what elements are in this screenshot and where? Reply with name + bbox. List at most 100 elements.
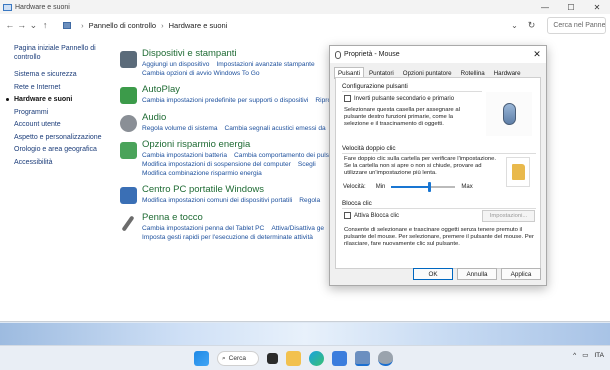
category-link[interactable]: Attiva/Disattiva ge [271, 225, 324, 232]
forward-button[interactable]: → [16, 16, 28, 34]
group-label-button-config: Configurazione pulsanti [342, 83, 408, 90]
breadcrumb[interactable]: › Pannello di controllo › Hardware e suo… [59, 17, 449, 34]
address-dropdown-button[interactable]: ⌄ [511, 21, 518, 30]
edge-icon[interactable] [309, 351, 324, 366]
breadcrumb-control-panel[interactable]: Pannello di controllo [89, 21, 157, 30]
clicklock-settings-button[interactable]: Impostazioni... [482, 210, 535, 222]
taskbar: ⌕ Cerca ^ ▭ ITA [0, 345, 610, 370]
cancel-button[interactable]: Annulla [457, 268, 497, 280]
ok-button[interactable]: OK [413, 268, 453, 280]
nav-programs[interactable]: Programmi [14, 108, 114, 117]
double-click-speed-slider[interactable] [391, 182, 456, 192]
category-title[interactable]: Dispositivi e stampanti [142, 48, 330, 60]
address-bar: ← → ⌄ ↑ › Pannello di controllo › Hardwa… [0, 14, 610, 36]
control-panel-window: Hardware e suoni — ☐ ✕ ← → ⌄ ↑ › Pannell… [0, 0, 610, 322]
category-link[interactable]: Aggiungi un dispositivo [142, 61, 209, 68]
task-view-icon[interactable] [267, 353, 278, 364]
group-label-clicklock: Blocca clic [342, 200, 372, 207]
minimize-button[interactable]: — [532, 0, 558, 14]
tab-panel-buttons: Configurazione pulsanti Inverti pulsante… [335, 77, 541, 269]
category-link[interactable]: Imposta gesti rapidi per l'esecuzione di… [142, 234, 313, 241]
back-button[interactable]: ← [4, 16, 16, 34]
checkbox-label: Inverti pulsante secondario e primario [354, 95, 455, 102]
nav-user-accounts[interactable]: Account utente [14, 120, 114, 129]
category-link[interactable]: Modifica impostazioni comuni dei disposi… [142, 197, 292, 204]
store-icon[interactable] [332, 351, 347, 366]
apply-button[interactable]: Applica [501, 268, 541, 280]
breadcrumb-hardware-sound[interactable]: Hardware e suoni [169, 21, 228, 30]
tray-chevron-icon[interactable]: ^ [573, 352, 576, 359]
control-panel-icon [63, 21, 72, 29]
test-folder[interactable] [506, 157, 530, 187]
mouse-preview-image [486, 92, 532, 136]
category-title[interactable]: Centro PC portatile Windows [142, 184, 330, 196]
group-divider [342, 91, 482, 92]
pen-icon [121, 215, 135, 232]
category-title[interactable]: Penna e tocco [142, 212, 330, 224]
speed-slider-row: Velocità: Min Max [343, 182, 473, 192]
category-link[interactable]: Modifica combinazione risparmio energia [142, 170, 262, 177]
language-indicator[interactable]: ITA [594, 352, 604, 359]
start-icon[interactable] [194, 351, 209, 366]
maximize-button[interactable]: ☐ [558, 0, 584, 14]
slider-thumb[interactable] [428, 182, 432, 192]
taskbar-search[interactable]: ⌕ Cerca [217, 351, 259, 366]
autoplay-icon [120, 87, 137, 105]
category-link[interactable]: Cambia opzioni di avvio Windows To Go [142, 70, 260, 77]
control-panel-icon [3, 3, 12, 11]
slider-min-label: Min [375, 184, 386, 190]
up-button[interactable]: ↑ [39, 16, 51, 34]
checkbox-label: Attiva Blocca clic [354, 212, 400, 219]
category-link[interactable]: Scegli [298, 161, 316, 168]
checkbox-box[interactable] [344, 95, 351, 102]
category-title[interactable]: AutoPlay [142, 84, 330, 96]
category-link[interactable]: Regola [299, 197, 320, 204]
category-link[interactable]: Modifica impostazioni di sospensione del… [142, 161, 291, 168]
network-icon[interactable]: ▭ [582, 351, 588, 359]
category-list: Dispositivi e stampanti Aggiungi un disp… [118, 48, 343, 248]
mouse-icon [335, 50, 341, 59]
clicklock-checkbox[interactable]: Attiva Blocca clic [344, 212, 399, 219]
category-link[interactable]: Regola volume di sistema [142, 125, 218, 132]
category-link[interactable]: Cambia segnali acustici emessi da [225, 125, 326, 132]
mouse-taskbar-icon[interactable] [378, 351, 393, 366]
nav-clock-region[interactable]: Orologio e area geografica [14, 145, 114, 154]
nav-network-internet[interactable]: Rete e Internet [14, 83, 114, 92]
refresh-icon[interactable]: ↻ [528, 20, 536, 31]
search-input[interactable]: Cerca nel Pannello di controllo [547, 16, 606, 34]
window-controls: — ☐ ✕ [532, 0, 610, 14]
dialog-close-button[interactable]: ✕ [528, 49, 546, 60]
double-click-description: Fare doppio clic sulla cartella per veri… [344, 156, 497, 177]
checkbox-box[interactable] [344, 212, 351, 219]
window-titlebar: Hardware e suoni — ☐ ✕ [0, 0, 610, 14]
left-navigation: Pagina iniziale Pannello di controllo Si… [6, 44, 114, 170]
breadcrumb-separator: › [161, 20, 164, 30]
file-explorer-icon[interactable] [286, 351, 301, 366]
category-title[interactable]: Opzioni risparmio energia [142, 139, 330, 151]
recent-locations-button[interactable]: ⌄ [28, 16, 40, 34]
category-link[interactable]: Cambia impostazioni batteria [142, 152, 227, 159]
taskbar-apps: ⌕ Cerca [190, 349, 397, 368]
mouse-properties-dialog: Proprietà - Mouse ✕ Pulsanti Puntatori O… [329, 45, 547, 286]
category-audio: Audio Regola volume di sistema Cambia seg… [118, 112, 330, 133]
group-divider [342, 208, 536, 209]
nav-control-panel-home[interactable]: Pagina iniziale Pannello di controllo [14, 44, 114, 62]
group-divider [342, 153, 536, 154]
search-icon: ⌕ [222, 354, 226, 362]
mobility-center-icon [120, 187, 137, 205]
category-title[interactable]: Audio [142, 112, 330, 124]
category-link[interactable]: Cambia impostazioni predefinite per supp… [142, 97, 308, 104]
speaker-icon [120, 114, 137, 132]
category-link[interactable]: Cambia comportamento dei pulsanti [234, 152, 340, 159]
close-button[interactable]: ✕ [584, 0, 610, 14]
category-link[interactable]: Impostazioni avanzate stampante [216, 61, 314, 68]
category-link[interactable]: Cambia impostazioni penna del Tablet PC [142, 225, 264, 232]
nav-accessibility[interactable]: Accessibilità [14, 158, 114, 167]
system-tray: ^ ▭ ITA [567, 351, 604, 360]
nav-appearance[interactable]: Aspetto e personalizzazione [14, 133, 114, 142]
category-power-options: Opzioni risparmio energia Cambia imposta… [118, 139, 340, 179]
button-config-description: Selezionare questa casella per assegnare… [344, 107, 460, 128]
swap-buttons-checkbox[interactable]: Inverti pulsante secondario e primario [344, 95, 454, 102]
nav-system-security[interactable]: Sistema e sicurezza [14, 70, 114, 79]
control-panel-taskbar-icon[interactable] [355, 351, 370, 366]
